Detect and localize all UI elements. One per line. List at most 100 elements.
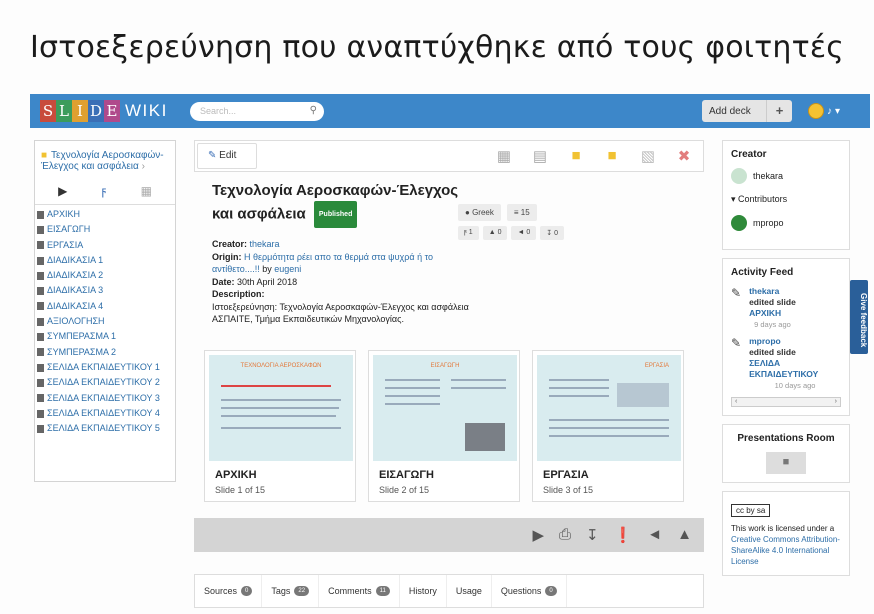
list-item[interactable]: ΣΕΛΙΔΑ ΕΚΠΑΙΔΕΥΤΙΚΟΥ 3 [37,391,173,406]
list-item-label: ΣΕΛΙΔΑ ΕΚΠΑΙΔΕΥΤΙΚΟΥ 3 [47,392,160,403]
download-count-value: 0 [554,230,559,237]
search-input[interactable]: Search... ⚲ [190,102,324,121]
tab-history[interactable]: History [400,575,447,607]
user-menu[interactable]: ♪ ▾ [808,102,840,120]
preview-heading: ΤΕΧΝΟΛΟΓΙΑ ΑΕΡΟΣΚΑΦΩΝ [240,363,322,369]
tab-questions[interactable]: Questions 0 [492,575,567,607]
plus-icon[interactable]: + [766,100,792,122]
activity-target[interactable]: ΣΕΛΙΔΑ ΕΚΠΑΙΔΕΥΤΙΚΟΥ [749,358,841,380]
presentations-room: Presentations Room ■ [722,424,850,483]
bell-icon[interactable]: ♪ [827,106,832,117]
print-icon[interactable]: ⎙ [559,526,571,544]
deck-details: Creator: thekara Origin: Η θερμότητα ρέε… [212,238,692,326]
list-item[interactable]: ΔΙΑΔΙΚΑΣΙΑ 4 [37,299,173,314]
edit-button[interactable]: ✎ Edit [197,143,257,169]
like-count[interactable]: ▲ 0 [482,226,508,240]
tab-count: 22 [294,586,310,596]
logo-letter-d: D [88,100,104,122]
tab-label: Comments [328,586,372,596]
activity-target[interactable]: ΑΡΧΙΚΗ [749,308,796,319]
slide-thumbnail[interactable]: ΕΙΣΑΓΩΓΗ ΕΙΣΑΓΩΓΗ Slide 2 of 15 [368,350,520,502]
list-item[interactable]: ΑΞΙΟΛΟΓΗΣΗ [37,314,173,329]
tab-tags[interactable]: Tags 22 [262,575,320,607]
chevron-down-icon[interactable]: ▾ [835,106,840,117]
origin-link[interactable]: Η θερμότητα ρέει απο τα θερμά στα ψυχρά … [212,252,433,275]
slide-count-chip: ≡ 15 [506,204,537,221]
duplicate-slide-icon[interactable]: ▤ [531,147,549,165]
like-icon[interactable]: ▲ [677,526,692,544]
list-item[interactable]: ΣΥΜΠΕΡΑΣΜΑ 1 [37,329,173,344]
creator-link[interactable]: thekara [250,239,280,249]
deck-action-bar: ▶ ⎙ ↧ ❗ ◄ ▲ [194,518,704,552]
license-text: This work is licensed under a Creative C… [731,523,841,567]
slidewiki-logo[interactable]: S L I D E WIKI [40,100,168,122]
file-icon [37,424,44,433]
share-icon[interactable]: ◄ [647,526,662,544]
deck-tree-title[interactable]: ■ Τεχνολογία Αεροσκαφών-Έλεγχος και ασφάλ… [35,141,175,176]
search-icon[interactable]: ⚲ [310,105,317,116]
caret-down-icon: ▾ [731,194,736,204]
origin-user-link[interactable]: eugeni [274,264,301,274]
video-camera-button[interactable]: ■ [766,452,806,474]
creator-row[interactable]: thekara [731,168,841,184]
slide-thumbnails: ΤΕΧΝΟΛΟΓΙΑ ΑΕΡΟΣΚΑΦΩΝ ΑΡΧΙΚΗ Slide 1 of … [204,350,684,502]
list-item[interactable]: ΣΕΛΙΔΑ ΕΚΠΑΙΔΕΥΤΙΚΟΥ 2 [37,375,173,390]
list-item[interactable]: ΕΙΣΑΓΩΓΗ [37,222,173,237]
language-label: Greek [472,208,494,217]
add-deck-button[interactable]: Add deck + [702,100,792,122]
list-item[interactable]: ΑΡΧΙΚΗ [37,207,173,222]
report-icon[interactable]: ❗ [614,526,633,544]
avatar[interactable] [808,103,824,119]
fork-icon[interactable]: ϝ [102,184,107,198]
list-item[interactable]: ΣΕΛΙΔΑ ΕΚΠΑΙΔΕΥΤΙΚΟΥ 4 [37,406,173,421]
chevron-right-icon[interactable]: › [835,398,837,406]
chevron-right-icon[interactable]: › [142,161,145,172]
slide-thumbnail[interactable]: ΤΕΧΝΟΛΟΓΙΑ ΑΕΡΟΣΚΑΦΩΝ ΑΡΧΙΚΗ Slide 1 of … [204,350,356,502]
logo-letter-e: E [104,100,120,122]
delete-icon[interactable]: ✖ [675,147,693,165]
activity-user[interactable]: thekara [749,286,796,297]
tab-usage[interactable]: Usage [447,575,492,607]
list-item[interactable]: ΔΙΑΔΙΚΑΣΙΑ 2 [37,268,173,283]
list-item[interactable]: ΔΙΑΔΙΚΑΣΙΑ 1 [37,253,173,268]
slide-thumbnail[interactable]: ΕΡΓΑΣΙΑ ΕΡΓΑΣΙΑ Slide 3 of 15 [532,350,684,502]
published-badge: Published [313,201,358,228]
share-count[interactable]: ◄ 0 [511,226,537,240]
list-item[interactable]: ΕΡΓΑΣΙΑ [37,238,173,253]
thumbnail-sub: Slide 2 of 15 [379,485,430,495]
play-icon[interactable]: ▶ [58,184,67,198]
add-slide-icon[interactable]: ▦ [495,147,513,165]
list-item[interactable]: ΔΙΑΔΙΚΑΣΙΑ 3 [37,283,173,298]
license-link[interactable]: Creative Commons Attribution-ShareAlike … [731,535,840,566]
preview-heading: ΕΙΣΑΓΩΓΗ [430,363,460,369]
file-icon [37,225,44,234]
list-item-label: ΔΙΑΔΙΚΑΣΙΑ 4 [47,300,104,311]
contributor-row[interactable]: mpropo [731,215,841,231]
contributors-toggle[interactable]: ▾ Contributors [731,194,841,205]
slides-icon[interactable]: ▦ [141,184,152,198]
deck-view: ✎ Edit ▦ ▤ ■ ■ ▧ ✖ Τεχνολογία Αεροσκαφών… [194,140,704,610]
share-icon: ◄ [517,229,525,236]
tab-comments[interactable]: Comments 11 [319,575,400,607]
creator-title: Creator [731,149,767,160]
fork-count[interactable]: ϝ 1 [458,226,479,240]
list-item[interactable]: ΣΥΜΠΕΡΑΣΜΑ 2 [37,345,173,360]
chevron-left-icon[interactable]: ‹ [735,398,737,406]
horizontal-scrollbar[interactable]: ‹ › [731,397,841,407]
folder-icon[interactable]: ■ [603,147,621,165]
tab-sources[interactable]: Sources 0 [195,575,263,607]
list-item[interactable]: ΣΕΛΙΔΑ ΕΚΠΑΙΔΕΥΤΙΚΟΥ 1 [37,360,173,375]
list-item[interactable]: ΣΕΛΙΔΑ ΕΚΠΑΙΔΕΥΤΙΚΟΥ 5 [37,421,173,436]
feedback-button[interactable]: Give feedback [850,280,868,354]
add-folder-icon[interactable]: ■ [567,147,585,165]
download-icon[interactable]: ↧ [586,526,599,544]
download-count[interactable]: ↧ 0 [540,226,565,240]
creator-label: Creator: [212,239,248,249]
play-icon[interactable]: ▶ [532,526,544,544]
list-item-label: ΣΕΛΙΔΑ ΕΚΠΑΙΔΕΥΤΙΚΟΥ 1 [47,361,160,372]
activity-user[interactable]: mpropo [749,336,841,347]
copy-icon[interactable]: ▧ [639,147,657,165]
cc-license-icon[interactable]: cc by sa [731,504,771,517]
file-icon [37,287,44,296]
list-item-label: ΑΞΙΟΛΟΓΗΣΗ [47,316,105,327]
